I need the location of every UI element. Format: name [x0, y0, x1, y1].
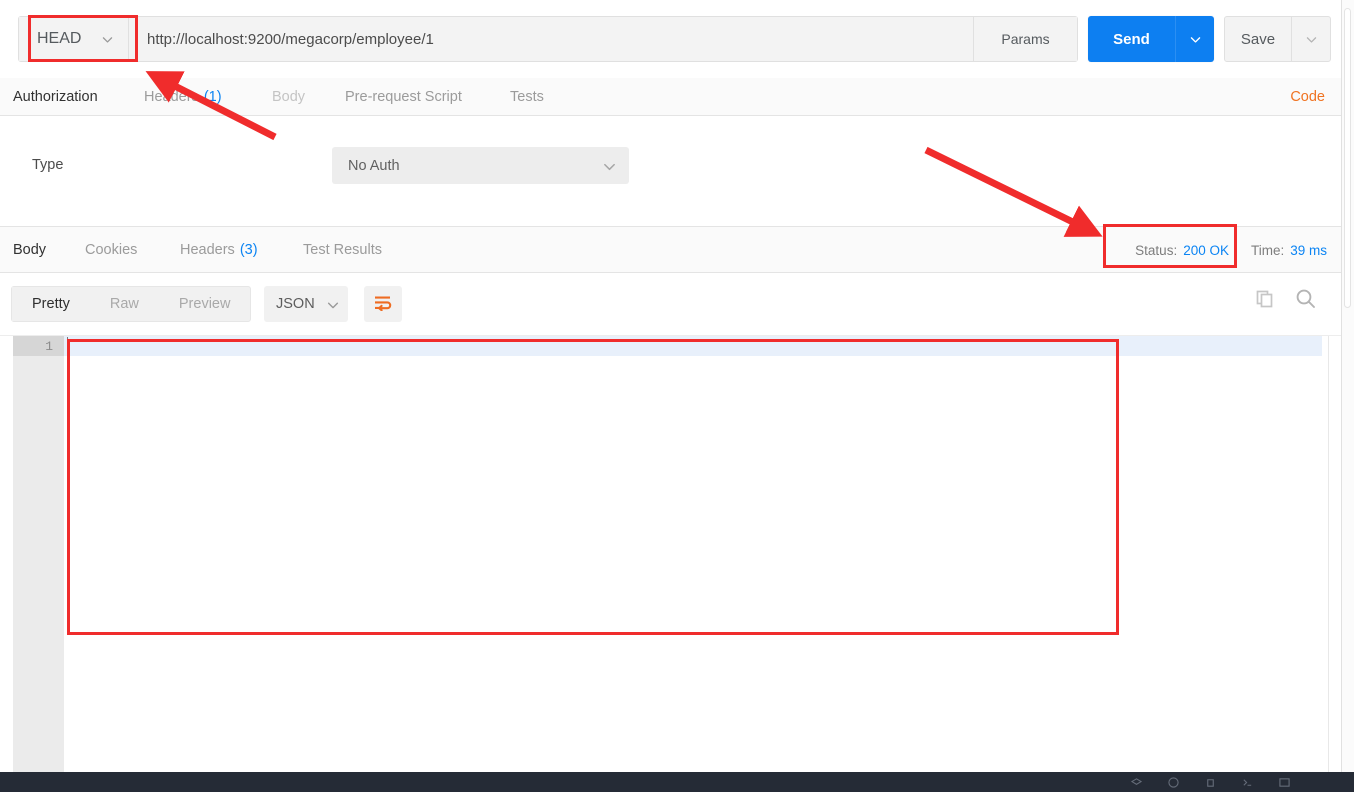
response-viewer-toolbar: Pretty Raw Preview JSON [0, 273, 1341, 335]
tab-label: Body [13, 242, 47, 258]
view-mode-group: Pretty Raw Preview [11, 286, 252, 322]
response-tab-headers[interactable]: Headers (3) [180, 227, 258, 273]
send-options-button[interactable] [1175, 16, 1214, 62]
request-bar: HEAD http://localhost:9200/megacorp/empl… [0, 0, 1341, 78]
line-number-gutter: 1 [13, 336, 64, 773]
save-options-button[interactable] [1291, 17, 1330, 61]
active-line-highlight [64, 336, 1322, 356]
footer-icon-group [1130, 775, 1290, 788]
view-mode-pretty[interactable]: Pretty [12, 287, 90, 321]
status-value: 200 OK [1183, 242, 1229, 258]
time-value: 39 ms [1290, 242, 1327, 258]
response-tab-test-results[interactable]: Test Results [303, 227, 382, 273]
bootcamp-icon[interactable] [1130, 775, 1143, 786]
auth-type-select[interactable]: No Auth [332, 147, 629, 184]
chevron-down-icon [1189, 33, 1202, 46]
window-scrollbar[interactable] [1341, 0, 1354, 772]
text-caret [67, 337, 68, 354]
params-button[interactable]: Params [973, 17, 1077, 61]
tab-label: Pre-request Script [345, 89, 462, 105]
word-wrap-icon [374, 295, 393, 314]
auth-type-value: No Auth [348, 157, 400, 174]
chevron-down-icon [326, 298, 339, 311]
http-method-label: HEAD [37, 30, 82, 47]
request-url-input[interactable]: http://localhost:9200/megacorp/employee/… [129, 17, 973, 61]
status-badge: Status: 200 OK [1135, 243, 1229, 258]
tab-body[interactable]: Body [272, 78, 305, 116]
body-vertical-scrollbar[interactable] [1328, 336, 1341, 773]
postman-window: HEAD http://localhost:9200/megacorp/empl… [0, 0, 1354, 792]
authorization-pane: Type No Auth [0, 116, 1341, 227]
tab-count: (1) [203, 89, 222, 105]
auth-type-label: Type [32, 157, 64, 173]
response-tab-cookies[interactable]: Cookies [85, 227, 137, 273]
code-link[interactable]: Code [1290, 78, 1325, 116]
status-label: Status: [1135, 242, 1178, 258]
tab-label: Cookies [85, 242, 138, 258]
response-tab-body[interactable]: Body [13, 227, 47, 276]
save-group: Save [1224, 16, 1331, 62]
tab-count: (3) [239, 242, 258, 258]
tab-headers[interactable]: Headers (1) [144, 78, 222, 116]
tab-tests[interactable]: Tests [510, 78, 544, 116]
response-meta: Status: 200 OK Time: 39 ms [1135, 227, 1327, 273]
tab-label: Authorization [13, 89, 98, 105]
view-mode-preview[interactable]: Preview [159, 287, 251, 321]
scrollbar-thumb[interactable] [1344, 8, 1351, 308]
view-mode-raw[interactable]: Raw [90, 287, 159, 321]
chevron-down-icon [101, 33, 114, 46]
line-number: 1 [13, 336, 64, 356]
tab-label: Test Results [303, 242, 382, 258]
response-format-value: JSON [276, 296, 315, 312]
word-wrap-button[interactable] [364, 286, 402, 322]
response-body-code[interactable] [64, 336, 1322, 773]
chevron-down-icon [602, 159, 615, 172]
tab-pre-request-script[interactable]: Pre-request Script [345, 78, 462, 116]
layout-icon[interactable] [1279, 775, 1290, 787]
tab-authorization[interactable]: Authorization [13, 78, 98, 119]
send-button[interactable]: Send [1088, 16, 1175, 62]
response-format-select[interactable]: JSON [264, 286, 348, 322]
help-icon[interactable] [1168, 775, 1179, 788]
response-tabs: Body Cookies Headers (3) Test Results St… [0, 227, 1341, 276]
request-tabs: Authorization Headers (1) Body Pre-reque… [0, 78, 1341, 119]
tab-label: Tests [510, 89, 544, 105]
tab-label: Headers [144, 89, 199, 105]
time-badge: Time: 39 ms [1251, 243, 1327, 258]
save-button[interactable]: Save [1225, 17, 1291, 61]
chevron-down-icon [1305, 33, 1318, 46]
response-body-viewer: 1 [0, 335, 1341, 773]
url-group: HEAD http://localhost:9200/megacorp/empl… [18, 16, 1078, 62]
search-icon[interactable] [1295, 288, 1316, 312]
viewer-tool-icons [1255, 288, 1316, 312]
copy-icon[interactable] [1255, 289, 1275, 312]
http-method-selector[interactable]: HEAD [19, 17, 129, 61]
send-group: Send [1088, 16, 1214, 62]
tab-label: Body [272, 89, 306, 105]
status-footer [0, 772, 1354, 792]
trash-icon[interactable] [1205, 775, 1216, 787]
tab-label: Headers [180, 242, 235, 258]
console-icon[interactable] [1242, 775, 1253, 786]
time-label: Time: [1250, 242, 1285, 258]
